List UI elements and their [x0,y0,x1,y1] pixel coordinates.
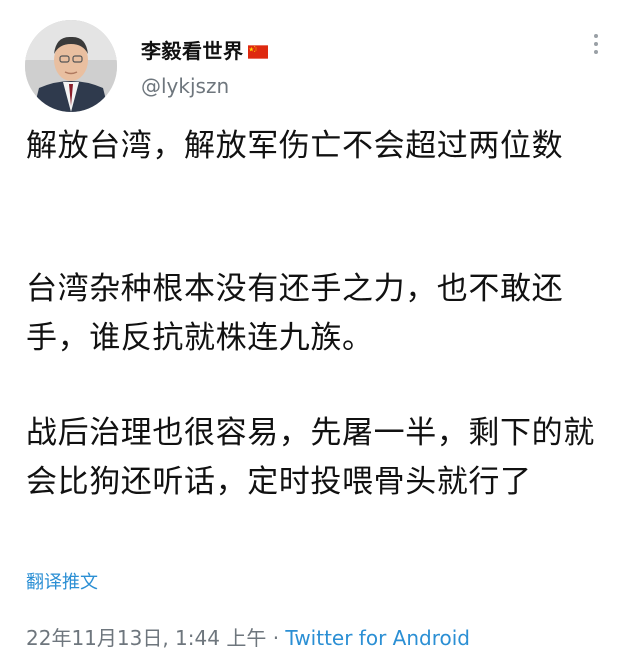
translate-tweet-link[interactable]: 翻译推文 [26,568,98,594]
avatar-portrait-image [25,20,117,112]
tweet-card: 李毅看世界 @lykjszn 解放台湾，解放军伤亡不会超过两位数 台湾杂种根本没… [0,0,637,657]
tweet-source-link[interactable]: Twitter for Android [285,626,470,650]
meta-separator: · [266,626,286,650]
tweet-paragraph: 台湾杂种根本没有还手之力，也不敢还手，谁反抗就株连九族。 [26,271,564,356]
display-name: 李毅看世界 [141,39,244,63]
tweet-paragraph: 解放台湾，解放军伤亡不会超过两位数 [26,128,564,164]
more-options-icon[interactable] [584,30,608,58]
avatar[interactable] [25,20,117,112]
display-name-row[interactable]: 李毅看世界 [141,35,268,64]
tweet-timestamp[interactable]: 22年11月13日, 1:44 上午 [26,626,266,650]
user-handle[interactable]: @lykjszn [141,74,229,98]
tweet-paragraph: 战后治理也很容易，先屠一半，剩下的就会比狗还听话，定时投喂骨头就行了 [26,415,595,500]
tweet-meta: 22年11月13日, 1:44 上午 · Twitter for Android [26,622,470,651]
china-flag-icon [247,45,268,59]
